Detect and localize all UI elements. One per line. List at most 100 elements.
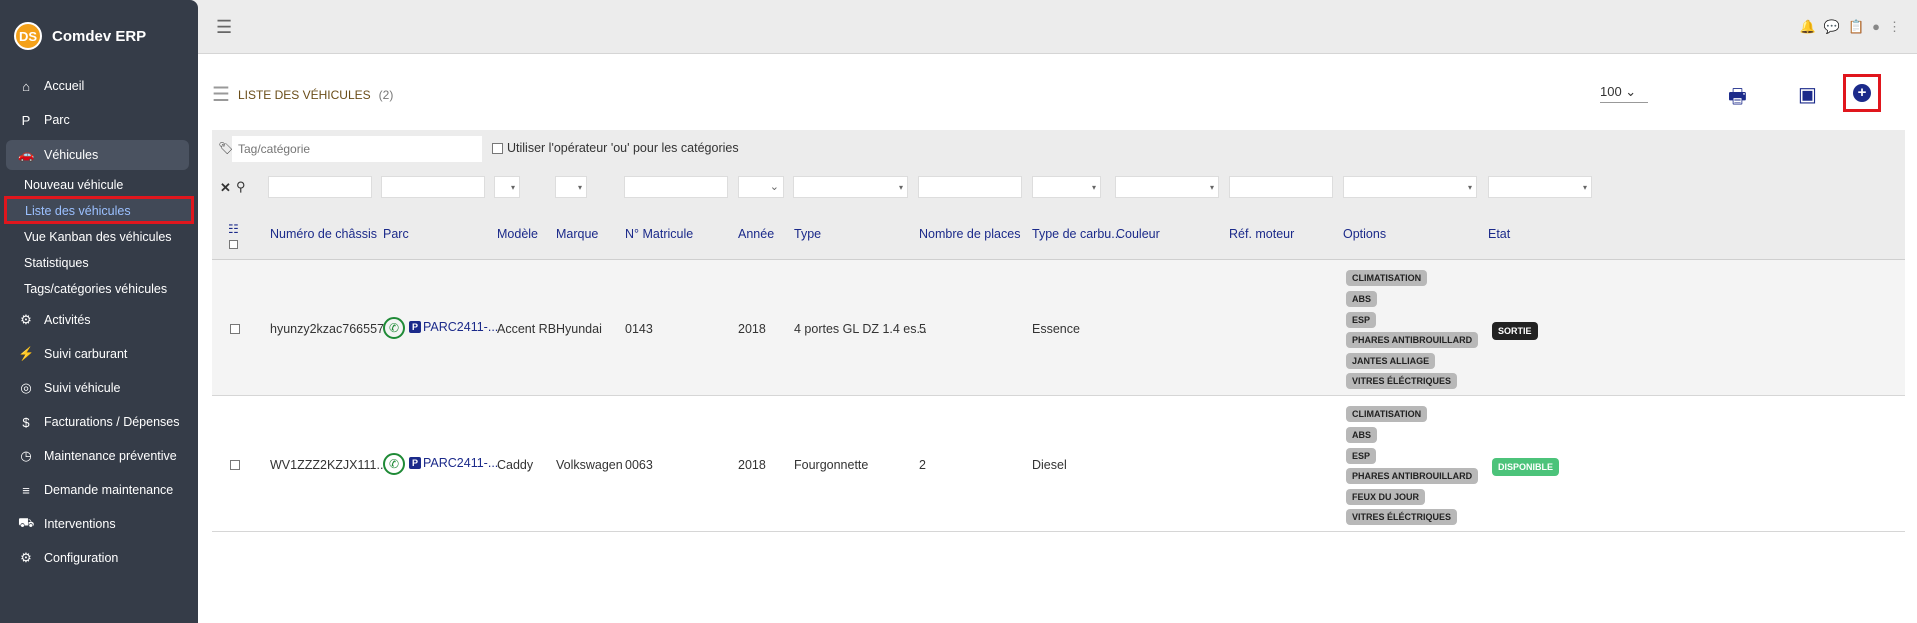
cell-carburant: Essence <box>1032 322 1080 336</box>
col-chassis[interactable]: Numéro de châssis <box>270 227 377 241</box>
col-type[interactable]: Type <box>794 227 821 241</box>
table-row[interactable]: hyunzy2kzac766557 ✆ P PARC2411-... Accen… <box>212 260 1905 396</box>
sidebar-item-parc[interactable]: P Parc <box>6 105 189 135</box>
cell-marque: Hyundai <box>556 322 602 336</box>
sidebar-item-configuration[interactable]: ⚙ Configuration <box>6 543 189 573</box>
brand[interactable]: DS Comdev ERP <box>14 22 146 50</box>
col-marque[interactable]: Marque <box>556 227 598 241</box>
sidebar-subitem-label: Liste des véhicules <box>25 204 131 218</box>
menu-toggle-icon[interactable]: ☰ <box>216 17 232 38</box>
truck-icon: ⛟ <box>18 515 35 530</box>
option-badge: PHARES ANTIBROUILLARD <box>1346 332 1479 348</box>
clear-filter-icon[interactable]: ✕ <box>220 180 231 196</box>
option-badge: ESP <box>1346 312 1377 328</box>
row-checkbox[interactable] <box>230 460 240 470</box>
row-checkbox[interactable] <box>230 324 240 334</box>
sidebar-item-v-hicules[interactable]: 🚗 Véhicules <box>6 140 189 170</box>
status-badge: DISPONIBLE <box>1492 458 1560 476</box>
col-options[interactable]: Options <box>1343 227 1386 241</box>
more-vertical-icon[interactable]: ⋮ <box>1888 19 1901 35</box>
option-badge: CLIMATISATION <box>1346 406 1428 422</box>
cell-places: 5 <box>919 322 926 336</box>
sidebar-subitem-vue-kanban-des-v-hicules[interactable]: Vue Kanban des véhicules <box>24 230 172 244</box>
or-operator-option[interactable]: Utiliser l'opérateur 'ou' pour les catég… <box>492 141 739 155</box>
col-ref-moteur[interactable]: Réf. moteur <box>1229 227 1294 241</box>
tag-icon: 🏷 <box>218 141 234 155</box>
sidebar-subitem-liste-des-vehicules[interactable]: Liste des véhicules <box>4 196 194 224</box>
cell-places: 2 <box>919 458 926 472</box>
col-etat[interactable]: Etat <box>1488 227 1510 241</box>
top-icons: 🔔 💬 📋 ● ⋮ <box>1800 19 1901 35</box>
or-operator-checkbox[interactable] <box>492 142 503 154</box>
col-places[interactable]: Nombre de places <box>919 227 1020 241</box>
sidebar-item-label: Parc <box>44 113 70 127</box>
filter-modele[interactable]: ▾ <box>494 176 520 198</box>
chat-icon[interactable]: 💬 <box>1824 19 1840 35</box>
filter-couleur[interactable]: ▾ <box>1115 176 1219 198</box>
sidebar-item-accueil[interactable]: ⌂ Accueil <box>6 71 189 101</box>
add-vehicle-button[interactable]: + <box>1843 74 1881 112</box>
sidebar-item-suivi-carburant[interactable]: ⚡ Suivi carburant <box>6 339 189 369</box>
cell-type: 4 portes GL DZ 1.4 es... <box>794 322 927 336</box>
option-badge: ESP <box>1346 448 1377 464</box>
col-modele[interactable]: Modèle <box>497 227 538 241</box>
sidebar-subitem-tags-cat-gories-v-hicules[interactable]: Tags/catégories véhicules <box>24 282 167 296</box>
filter-options[interactable]: ▾ <box>1343 176 1477 198</box>
option-badge: CLIMATISATION <box>1346 270 1428 286</box>
table-row[interactable]: WV1ZZZ2KZJX111... ✆ P PARC2411-... Caddy… <box>212 396 1905 532</box>
whatsapp-icon[interactable]: ✆ <box>383 317 405 339</box>
sidebar-item-suivi-v-hicule[interactable]: ◎ Suivi véhicule <box>6 373 189 403</box>
filter-matricule[interactable] <box>624 176 728 198</box>
sidebar-item-label: Facturations / Dépenses <box>44 415 180 429</box>
col-matricule[interactable]: N° Matricule <box>625 227 693 241</box>
clock-icon: ◷ <box>20 448 32 463</box>
cell-parc-link[interactable]: PARC2411-... <box>423 320 498 334</box>
cogs-icon: ⚙ <box>20 550 32 565</box>
col-carburant[interactable]: Type de carbu... <box>1032 227 1122 241</box>
cell-marque: Volkswagen <box>556 458 623 472</box>
bell-icon[interactable]: 🔔 <box>1800 19 1816 35</box>
sidebar-subitem-statistiques[interactable]: Statistiques <box>24 256 89 270</box>
filter-carburant[interactable]: ▾ <box>1032 176 1101 198</box>
sidebar-item-demande-maintenance[interactable]: ≡ Demande maintenance <box>6 475 189 505</box>
tag-filter-input[interactable] <box>232 136 482 162</box>
parking-icon: P <box>409 457 421 469</box>
option-badge: ABS <box>1346 291 1378 307</box>
filter-type[interactable]: ▾ <box>793 176 908 198</box>
col-couleur[interactable]: Couleur <box>1116 227 1160 241</box>
sidebar-item-facturations-d-penses[interactable]: $ Facturations / Dépenses <box>6 407 189 437</box>
cell-matricule: 0143 <box>625 322 653 336</box>
list-icon: ☰ <box>212 84 230 106</box>
filter-annee[interactable]: ⌄ <box>738 176 784 198</box>
column-chooser-icon[interactable]: ☷ <box>228 222 239 236</box>
cell-parc-link[interactable]: PARC2411-... <box>423 456 498 470</box>
filter-chassis[interactable] <box>268 176 372 198</box>
table-header: ☷ Numéro de châssis Parc Modèle Marque N… <box>212 210 1905 260</box>
excel-export-icon[interactable]: ▣ <box>1798 82 1817 107</box>
filter-marque[interactable]: ▾ <box>555 176 587 198</box>
cell-matricule: 0063 <box>625 458 653 472</box>
clipboard-icon[interactable]: 📋 <box>1848 19 1864 35</box>
tag-filter-bar: 🏷 Utiliser l'opérateur 'ou' pour les cat… <box>212 130 1905 168</box>
sidebar-item-activit-s[interactable]: ⚙ Activités <box>6 305 189 335</box>
per-page-select[interactable]: 100 ⌄ <box>1600 84 1648 103</box>
avatar[interactable]: ● <box>1872 19 1880 35</box>
col-parc[interactable]: Parc <box>383 227 409 241</box>
filter-places[interactable] <box>918 176 1022 198</box>
sidebar-item-maintenance-pr-ventive[interactable]: ◷ Maintenance préventive <box>6 441 189 471</box>
sidebar-item-interventions[interactable]: ⛟ Interventions <box>6 509 189 539</box>
search-icon[interactable]: ⚲ <box>236 179 246 195</box>
filter-parc[interactable] <box>381 176 485 198</box>
filter-etat[interactable]: ▾ <box>1488 176 1592 198</box>
sidebar-item-label: Maintenance préventive <box>44 449 177 463</box>
filter-ref-moteur[interactable] <box>1229 176 1333 198</box>
select-all-checkbox[interactable] <box>229 240 238 249</box>
sidebar-item-label: Configuration <box>44 551 119 565</box>
print-icon[interactable]: 🖶 <box>1728 82 1747 116</box>
binoculars-icon: ◎ <box>20 380 32 395</box>
whatsapp-icon[interactable]: ✆ <box>383 453 405 475</box>
sidebar-subitem-nouveau-v-hicule[interactable]: Nouveau véhicule <box>24 178 123 192</box>
col-annee[interactable]: Année <box>738 227 774 241</box>
parking-icon: P <box>409 321 421 333</box>
top-bar: ☰ 🔔 💬 📋 ● ⋮ <box>198 0 1917 54</box>
